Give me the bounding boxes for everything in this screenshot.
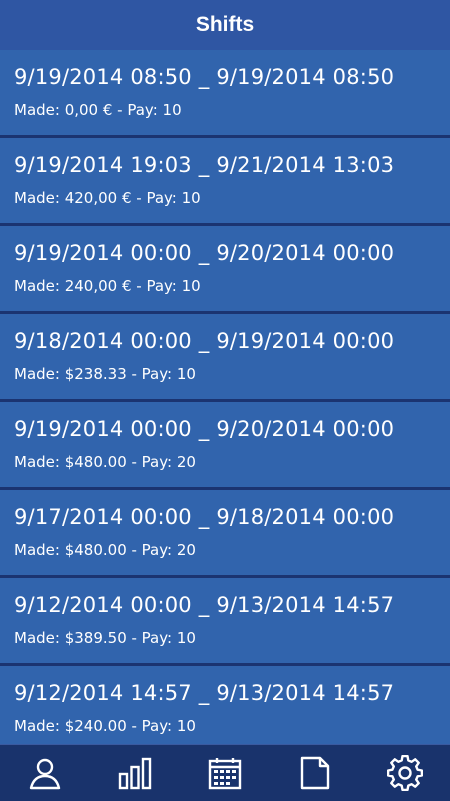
shift-earnings: Made: 420,00 € - Pay: 10 [14, 189, 201, 207]
shift-list-item[interactable]: 9/19/2014 08:50 _ 9/19/2014 08:50 Made: … [0, 50, 450, 138]
shift-earnings: Made: $389.50 - Pay: 10 [14, 629, 196, 647]
nav-settings-button[interactable] [375, 745, 435, 801]
shift-time-range: 9/19/2014 00:00 _ 9/20/2014 00:00 [14, 241, 395, 265]
shift-list-item[interactable]: 9/19/2014 00:00 _ 9/20/2014 00:00 Made: … [0, 226, 450, 314]
gear-icon [387, 755, 423, 791]
page-title: Shifts [195, 13, 255, 36]
nav-report-button[interactable] [285, 745, 345, 801]
shift-time-range: 9/12/2014 14:57 _ 9/13/2014 14:57 [14, 681, 395, 705]
nav-calendar-button[interactable] [195, 745, 255, 801]
shift-time-range: 9/17/2014 00:00 _ 9/18/2014 00:00 [14, 505, 395, 529]
shift-list-item[interactable]: 9/17/2014 00:00 _ 9/18/2014 00:00 Made: … [0, 490, 450, 578]
calendar-icon [208, 758, 242, 790]
shift-earnings: Made: $480.00 - Pay: 20 [14, 541, 196, 559]
shift-list-item[interactable]: 9/18/2014 00:00 _ 9/19/2014 00:00 Made: … [0, 314, 450, 402]
bottom-navigation [0, 744, 450, 801]
shift-list-item[interactable]: 9/12/2014 14:57 _ 9/13/2014 14:57 Made: … [0, 666, 450, 744]
shift-time-range: 9/19/2014 08:50 _ 9/19/2014 08:50 [14, 65, 395, 89]
bar-chart-icon [118, 757, 152, 790]
shift-earnings: Made: $238.33 - Pay: 10 [14, 365, 196, 383]
app-header: Shifts [0, 0, 450, 50]
shift-time-range: 9/12/2014 00:00 _ 9/13/2014 14:57 [14, 593, 395, 617]
shift-list-item[interactable]: 9/19/2014 00:00 _ 9/20/2014 00:00 Made: … [0, 402, 450, 490]
shift-list[interactable]: 9/19/2014 08:50 _ 9/19/2014 08:50 Made: … [0, 50, 450, 744]
shift-list-item[interactable]: 9/12/2014 00:00 _ 9/13/2014 14:57 Made: … [0, 578, 450, 666]
shift-earnings: Made: $240.00 - Pay: 10 [14, 717, 196, 735]
document-icon [300, 756, 330, 790]
shift-time-range: 9/19/2014 19:03 _ 9/21/2014 13:03 [14, 153, 395, 177]
shift-earnings: Made: $480.00 - Pay: 20 [14, 453, 196, 471]
shift-time-range: 9/18/2014 00:00 _ 9/19/2014 00:00 [14, 329, 395, 353]
nav-stats-button[interactable] [105, 745, 165, 801]
person-icon [29, 758, 61, 790]
shift-time-range: 9/19/2014 00:00 _ 9/20/2014 00:00 [14, 417, 395, 441]
shift-list-item[interactable]: 9/19/2014 19:03 _ 9/21/2014 13:03 Made: … [0, 138, 450, 226]
shift-earnings: Made: 0,00 € - Pay: 10 [14, 101, 182, 119]
nav-profile-button[interactable] [15, 745, 75, 801]
shift-earnings: Made: 240,00 € - Pay: 10 [14, 277, 201, 295]
